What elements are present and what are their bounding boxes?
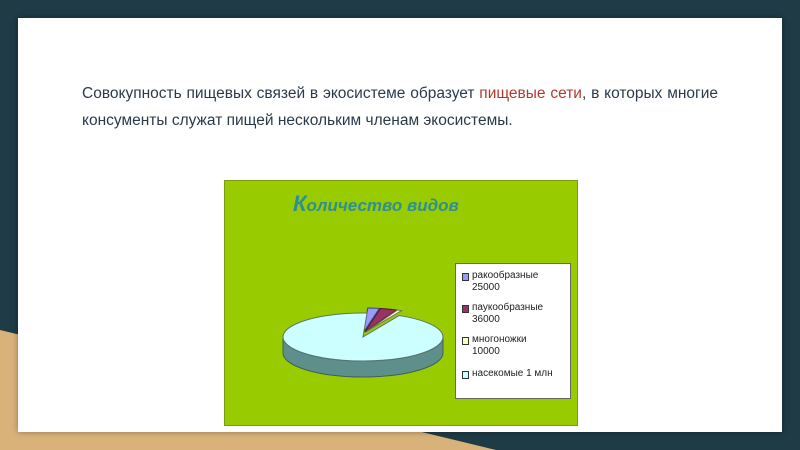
legend-label-value: 10000 (472, 346, 500, 357)
legend-label: многоножки 10000 (472, 334, 566, 358)
legend-item: насекомые 1 млн (462, 368, 568, 380)
legend-item: ракообразные 25000 (462, 270, 568, 294)
legend-item: многоножки 10000 (462, 334, 568, 358)
legend-label-value: 36000 (472, 314, 500, 325)
legend-label: насекомые 1 млн (472, 368, 566, 380)
pie-slice-4 (282, 312, 444, 362)
slide: Совокупность пищевых связей в экосистеме… (18, 18, 782, 432)
legend-label: ракообразные 25000 (472, 270, 566, 294)
pie-chart: Количество видов ракообразные 25000 паукоо… (224, 180, 578, 426)
paragraph-highlight: пищевые сети (479, 85, 582, 102)
legend-label-name: паукообразные (472, 302, 544, 313)
legend-swatch (462, 337, 469, 345)
legend-label-name: ракообразные (472, 270, 539, 281)
legend-item: паукообразные 36000 (462, 302, 568, 326)
chart-legend: ракообразные 25000 паукообразные 36000 много… (455, 263, 571, 399)
legend-label-name: насекомые 1 млн (472, 368, 553, 379)
paragraph-part-1: Совокупность пищевых связей в экосистеме… (82, 85, 480, 102)
legend-swatch (462, 273, 469, 281)
legend-label-name: многоножки (472, 334, 527, 345)
legend-swatch (462, 305, 469, 313)
legend-label: паукообразные 36000 (472, 302, 566, 326)
legend-label-value: 25000 (472, 282, 500, 293)
legend-swatch (462, 371, 469, 379)
body-paragraph: Совокупность пищевых связей в экосистеме… (82, 80, 718, 134)
